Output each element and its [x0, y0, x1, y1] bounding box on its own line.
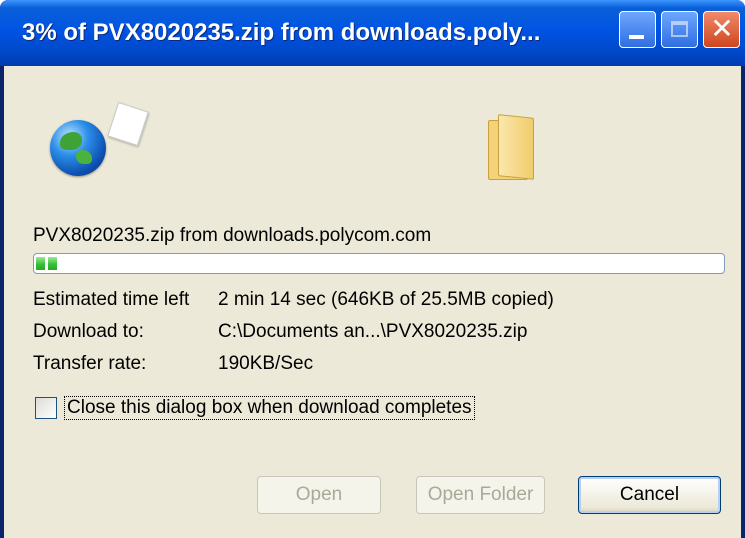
transfer-rate-value: 190KB/Sec	[218, 353, 314, 374]
globe-land	[76, 150, 92, 164]
folder-front	[498, 114, 534, 180]
globe-icon	[50, 120, 106, 176]
time-left-label: Estimated time left	[33, 289, 190, 310]
maximize-button	[661, 11, 698, 48]
time-left-value: 2 min 14 sec (646KB of 25.5MB copied)	[218, 289, 554, 310]
progress-segment	[36, 257, 45, 270]
open-folder-button: Open Folder	[416, 476, 545, 514]
download-dialog: 3% of PVX8020235.zip from downloads.poly…	[0, 0, 745, 538]
close-icon: ✕	[710, 13, 734, 44]
close-when-done-checkbox[interactable]	[35, 397, 57, 419]
download-progress-bar	[33, 253, 725, 274]
maximize-icon	[671, 21, 688, 37]
progress-fill	[36, 257, 57, 270]
folder-icon	[488, 114, 534, 180]
close-when-done-label[interactable]: Close this dialog box when download comp…	[64, 396, 475, 420]
download-to-value: C:\Documents an...\PVX8020235.zip	[218, 321, 528, 342]
progress-segment	[48, 257, 57, 270]
title-bar[interactable]: 3% of PVX8020235.zip from downloads.poly…	[0, 0, 745, 66]
window-title: 3% of PVX8020235.zip from downloads.poly…	[22, 19, 541, 46]
close-button[interactable]: ✕	[703, 11, 740, 48]
minimize-button[interactable]	[619, 11, 656, 48]
file-source-label: PVX8020235.zip from downloads.polycom.co…	[33, 225, 432, 246]
globe-land	[60, 132, 82, 150]
transfer-rate-label: Transfer rate:	[33, 353, 147, 374]
minimize-icon	[629, 35, 644, 39]
cancel-button[interactable]: Cancel	[578, 476, 721, 514]
download-to-label: Download to:	[33, 321, 144, 342]
open-button: Open	[257, 476, 381, 514]
